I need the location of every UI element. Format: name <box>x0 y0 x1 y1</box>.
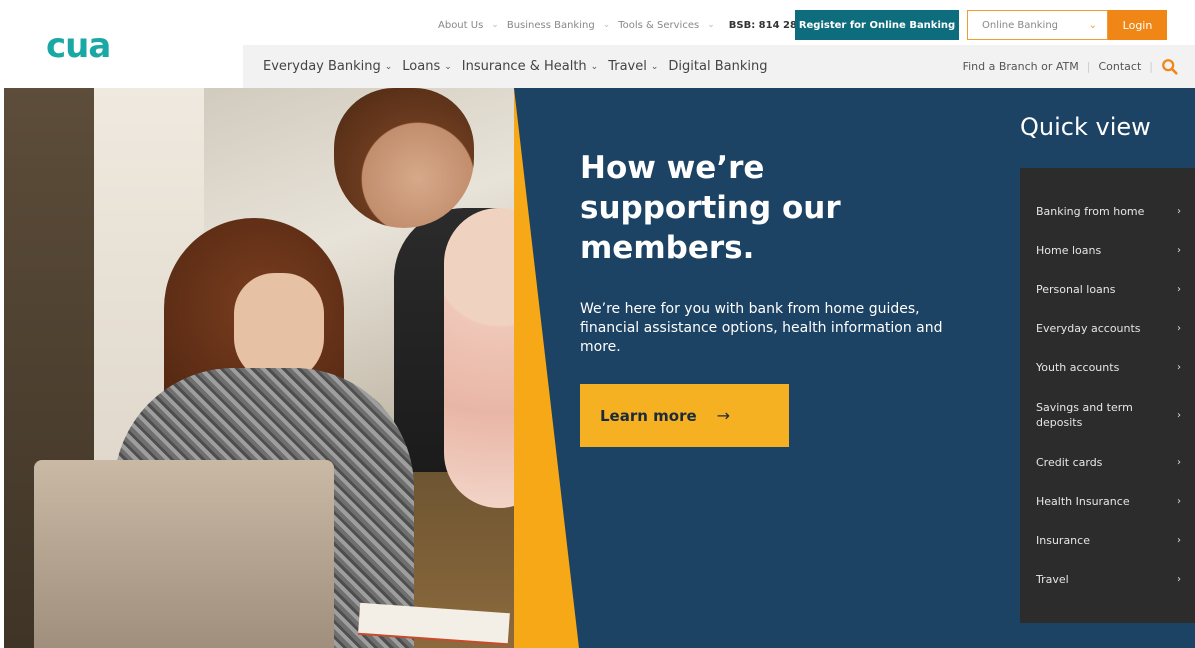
quick-view-item-credit-cards[interactable]: Credit cards › <box>1020 443 1195 482</box>
nav-item-insurance-health[interactable]: Insurance & Health ⌄ <box>462 59 598 74</box>
learn-more-button[interactable]: Learn more → <box>580 384 789 447</box>
nav-right: Find a Branch or ATM | Contact | <box>963 58 1195 76</box>
divider: | <box>1086 60 1091 73</box>
photo-woman-face <box>234 273 324 383</box>
quick-view-label: Everyday accounts <box>1036 322 1141 335</box>
site-header: cua About Us ⌄ Business Banking ⌄ Tools … <box>0 0 1195 88</box>
chevron-down-icon: ⌄ <box>444 61 452 72</box>
hero-description: We’re here for you with bank from home g… <box>580 301 943 355</box>
quick-view-label: Home loans <box>1036 244 1102 257</box>
chevron-down-icon: ⌄ <box>707 20 715 30</box>
quick-view-label: Insurance <box>1036 534 1090 547</box>
find-branch-link[interactable]: Find a Branch or ATM <box>963 60 1079 73</box>
utility-link-about[interactable]: About Us <box>438 20 483 31</box>
chevron-right-icon: › <box>1177 574 1181 585</box>
hero-title-line: How we’re <box>580 150 765 186</box>
chevron-down-icon: ⌄ <box>491 20 499 30</box>
nav-items: Everyday Banking ⌄ Loans ⌄ Insurance & H… <box>243 59 767 74</box>
nav-item-label: Everyday Banking <box>263 59 381 74</box>
utility-link-business[interactable]: Business Banking <box>507 20 595 31</box>
chevron-right-icon: › <box>1177 245 1181 256</box>
hero-title: How we’re supporting our members. <box>580 148 920 268</box>
hero-photo <box>4 88 594 648</box>
utility-bar: About Us ⌄ Business Banking ⌄ Tools & Se… <box>438 10 804 40</box>
quick-view-item-travel[interactable]: Travel › <box>1020 560 1195 599</box>
nav-item-label: Loans <box>402 59 441 74</box>
main-nav: Everyday Banking ⌄ Loans ⌄ Insurance & H… <box>243 45 1195 88</box>
divider: | <box>1149 60 1153 73</box>
learn-more-label: Learn more <box>600 406 697 425</box>
quick-view-item-home-loans[interactable]: Home loans › <box>1020 231 1195 270</box>
utility-link-tools[interactable]: Tools & Services <box>618 20 699 31</box>
search-icon[interactable] <box>1161 58 1179 76</box>
register-online-banking-button[interactable]: Register for Online Banking <box>795 10 959 40</box>
chevron-right-icon: › <box>1177 206 1181 217</box>
quick-view-item-personal-loans[interactable]: Personal loans › <box>1020 270 1195 309</box>
chevron-down-icon: ⌄ <box>602 20 611 30</box>
quick-view-title: Quick view <box>1020 113 1151 141</box>
chevron-down-icon: ⌄ <box>1088 19 1097 31</box>
chevron-right-icon: › <box>1177 323 1181 334</box>
photo-man-head <box>334 88 474 228</box>
quick-view-label: Youth accounts <box>1036 361 1120 374</box>
nav-item-loans[interactable]: Loans ⌄ <box>402 59 452 74</box>
hero-title-line: supporting our <box>580 190 841 226</box>
chevron-right-icon: › <box>1177 535 1181 546</box>
chevron-down-icon: ⌄ <box>384 61 393 72</box>
online-banking-select[interactable]: Online Banking ⌄ <box>967 10 1108 40</box>
quick-view-label: Personal loans <box>1036 283 1116 296</box>
hero-banner: How we’re supporting our members. We’re … <box>4 88 1195 648</box>
nav-item-digital-banking[interactable]: Digital Banking <box>668 59 767 74</box>
quick-view-label: Health Insurance <box>1036 495 1130 508</box>
quick-view-label: Savings and term deposits <box>1036 401 1133 429</box>
chevron-down-icon: ⌄ <box>590 61 599 72</box>
chevron-down-icon: ⌄ <box>650 61 659 72</box>
photo-laptop <box>34 460 334 648</box>
nav-item-label: Travel <box>608 59 647 74</box>
quick-view-label: Travel <box>1036 573 1069 586</box>
bsb-number: BSB: 814 282 <box>728 19 804 31</box>
quick-view-item-health-insurance[interactable]: Health Insurance › <box>1020 482 1195 521</box>
chevron-right-icon: › <box>1177 457 1181 468</box>
quick-view-item-banking-from-home[interactable]: Banking from home › <box>1020 192 1195 231</box>
quick-view-item-insurance[interactable]: Insurance › <box>1020 521 1195 560</box>
quick-view-label: Banking from home <box>1036 205 1145 218</box>
arrow-right-icon: → <box>716 406 731 425</box>
nav-item-label: Insurance & Health <box>461 59 587 74</box>
quick-view-item-youth-accounts[interactable]: Youth accounts › <box>1020 348 1195 387</box>
chevron-right-icon: › <box>1177 496 1181 507</box>
quick-view-item-everyday-accounts[interactable]: Everyday accounts › <box>1020 309 1195 348</box>
chevron-right-icon: › <box>1177 362 1181 373</box>
login-button[interactable]: Login <box>1108 10 1167 40</box>
hero-title-line: members. <box>580 230 755 266</box>
nav-item-travel[interactable]: Travel ⌄ <box>608 59 658 74</box>
cua-logo[interactable]: cua <box>46 26 111 66</box>
nav-item-label: Digital Banking <box>668 59 768 74</box>
chevron-right-icon: › <box>1177 409 1181 421</box>
quick-view-label: Credit cards <box>1036 456 1103 469</box>
contact-link[interactable]: Contact <box>1098 60 1141 73</box>
online-banking-select-value: Online Banking <box>982 19 1059 31</box>
quick-view-panel: Banking from home › Home loans › Personal … <box>1020 168 1195 623</box>
nav-item-everyday-banking[interactable]: Everyday Banking ⌄ <box>263 59 392 74</box>
chevron-right-icon: › <box>1177 284 1181 295</box>
quick-view-item-savings-term-deposits[interactable]: Savings and term deposits › <box>1020 387 1195 443</box>
